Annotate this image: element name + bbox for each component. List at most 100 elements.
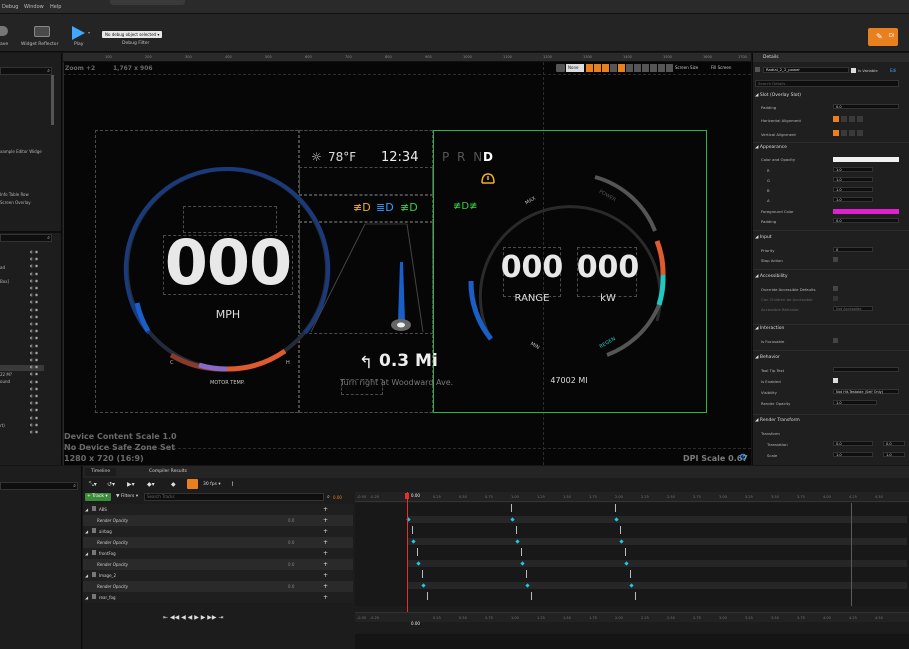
accessible-behavior-select[interactable]: Not Accessible [833,306,873,311]
visibility-eye-icon[interactable]: ◐ ◉ [30,328,38,333]
key-track-bar[interactable] [407,560,907,567]
hierarchy-item[interactable]: ad [0,265,5,270]
visibility-eye-icon[interactable]: ◐ ◉ [30,321,38,326]
expand-icon[interactable]: ◢ [85,507,88,512]
track-row[interactable]: ◢ rear_fog + [83,592,353,603]
palette-item[interactable]: xample Editor Widge [0,149,42,154]
valign-top-icon[interactable] [833,130,839,136]
expand-icon[interactable]: ◢ [85,595,88,600]
is-enabled-checkbox[interactable] [833,378,838,383]
track-row[interactable]: ◢ airbag + [83,526,353,537]
playback-icon[interactable]: ▶▾ [127,481,135,488]
grid-toggle-icon[interactable] [602,64,609,72]
visibility-eye-icon[interactable]: ◐ ◉ [30,386,38,391]
palette-scrollbar[interactable] [51,75,54,125]
timeline-tab[interactable]: Timeline [85,468,117,476]
next-key-icon[interactable]: ▶▶ [207,614,216,621]
compiler-results-tab[interactable]: Compiler Results [143,468,193,476]
color-swatch[interactable] [833,157,899,162]
hierarchy-search-input[interactable]: ⌕ [0,234,52,242]
translation-x-input[interactable]: 0.0 [833,441,873,446]
step-forward-icon[interactable]: ▶ [201,614,206,621]
override-accessible-checkbox[interactable] [833,286,838,291]
align-right-icon[interactable] [849,116,855,122]
end-marker-line[interactable] [851,503,852,606]
property-track-value[interactable]: 0.0 [288,562,294,567]
palette-search-input[interactable]: ⌕ [0,67,52,75]
playhead-line[interactable] [407,492,408,622]
key-track-bar[interactable] [407,516,907,523]
fill-screen-select[interactable]: Fill Screen [711,65,731,70]
menu-help[interactable]: Help [50,4,61,10]
color-a-input[interactable]: 1.0 [833,197,873,202]
valign-fill-icon[interactable] [857,130,863,136]
visibility-eye-icon[interactable]: ◐ ◉ [30,429,38,434]
expand-icon[interactable]: ◢ [85,529,88,534]
visibility-eye-icon[interactable]: ◐ ◉ [30,256,38,261]
layout-toggle-icon[interactable] [594,64,601,72]
document-tab[interactable] [110,0,185,5]
tooltip-text-input[interactable] [833,367,899,372]
color-b-input[interactable]: 1.0 [833,187,873,192]
color-g-input[interactable]: 1.0 [833,177,873,182]
visibility-eye-icon[interactable]: ◐ ◉ [30,379,38,384]
valign-bottom-icon[interactable] [849,130,855,136]
property-track-value[interactable]: 0.0 [288,584,294,589]
padding-input[interactable]: 0.0 [833,104,899,109]
magnet-snap-icon[interactable] [187,479,198,489]
rotate-icon[interactable] [642,64,649,72]
visibility-eye-icon[interactable]: ◐ ◉ [30,350,38,355]
visibility-eye-icon[interactable]: ◐ ◉ [30,292,38,297]
align-center-icon[interactable] [841,116,847,122]
track-row[interactable]: ◢ ABS + [83,504,353,515]
valign-center-icon[interactable] [841,130,847,136]
stop-action-checkbox[interactable] [833,257,838,262]
visibility-eye-icon[interactable]: ◐ ◉ [30,285,38,290]
property-track-row[interactable]: Render Opacity 0.0 + [83,515,353,526]
scale-y-input[interactable]: 1.0 [883,452,905,457]
expand-icon[interactable]: ◢ [85,573,88,578]
fps-select[interactable]: 30 fps ▾ [203,482,221,487]
widget-reflector-label[interactable]: Widget Reflector [21,42,58,47]
visibility-eye-icon[interactable]: ◐ ◉ [30,371,38,376]
track-search-input[interactable]: Search Tracks [144,493,324,501]
timeline-track-area[interactable] [355,503,909,606]
visibility-eye-icon[interactable]: ◐ ◉ [30,307,38,312]
visibility-eye-icon[interactable]: ◐ ◉ [30,400,38,405]
timeline-ruler[interactable]: -0.50 -0.25 0.25 0.50 0.75 1.00 1.25 1.50 1.75 2.… [355,492,909,502]
property-track-value[interactable]: 0.0 [288,518,294,523]
screen-size-select[interactable]: Screen Size [675,65,698,70]
add-track-button[interactable]: + Track ▾ [85,493,111,501]
visibility-eye-icon[interactable]: ◐ ◉ [30,335,38,340]
play-label[interactable]: Play [74,42,83,47]
is-variable-checkbox[interactable] [851,68,856,73]
hierarchy-item[interactable]: Box] [0,279,9,284]
menu-debug[interactable]: Debug [2,4,18,10]
scale-x-input[interactable]: 1.0 [833,452,873,457]
add-key-icon[interactable]: + [323,517,328,524]
snap-icon[interactable] [610,64,617,72]
is-focusable-checkbox[interactable] [833,338,838,343]
widget-reflector-icon[interactable] [34,26,50,37]
prev-key-icon[interactable]: ◀◀ [170,614,179,621]
can-children-checkbox[interactable] [833,296,838,301]
padding-appearance-input[interactable]: 0.0 [833,218,899,223]
visibility-select[interactable]: Not Hit-Testable (Self Only) [833,389,899,394]
key-icon[interactable]: ⤡▾ [89,481,97,489]
flip-icon[interactable] [666,64,673,72]
edit-icon[interactable]: Edi [890,68,896,73]
play-reverse-icon[interactable]: ◀ [188,614,193,621]
scale-icon[interactable] [650,64,657,72]
visibility-eye-icon[interactable]: ◐ ◉ [30,393,38,398]
visibility-eye-icon[interactable]: ◐ ◉ [30,343,38,348]
visibility-eye-icon[interactable]: ◐ ◉ [30,364,38,369]
add-property-track-icon[interactable]: + [323,572,328,579]
save-icon[interactable] [0,26,8,36]
section-interaction[interactable]: ◢ Interaction [755,326,784,331]
add-property-track-icon[interactable]: + [323,506,328,513]
section-input[interactable]: ◢ Input [755,235,772,240]
loop-icon[interactable]: ↺▾ [107,481,115,488]
section-accessibility[interactable]: ◢ Accessibility [755,274,788,279]
translate-icon[interactable] [634,64,641,72]
play-icon[interactable]: ▶ [194,614,199,621]
